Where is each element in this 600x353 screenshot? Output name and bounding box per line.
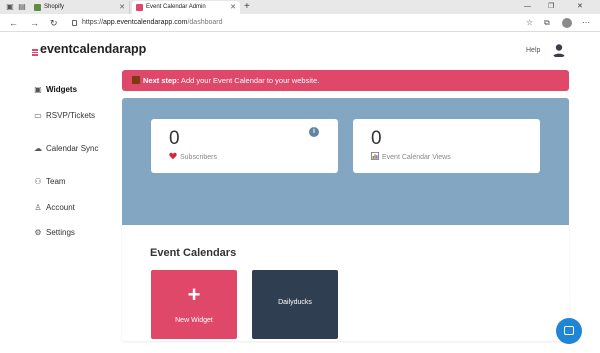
tab-list-icon[interactable]: ▤	[17, 2, 27, 12]
notice-icon	[132, 76, 140, 84]
event-calendars-title: Event Calendars	[150, 247, 237, 259]
app-logo[interactable]: eventcalendarapp	[40, 42, 146, 56]
minimize-icon[interactable]: —	[524, 0, 531, 14]
event-calendar-views-card: 0 Event Calendar Views	[353, 119, 540, 173]
new-widget-button[interactable]: + New Widget	[151, 270, 237, 339]
calendar-tile-label: Dailyducks	[278, 299, 312, 306]
user-icon: ♙	[34, 203, 42, 212]
tab-shopify[interactable]: Shopify ✕	[30, 1, 130, 14]
gear-icon: ⚙	[34, 228, 42, 237]
new-widget-label: New Widget	[175, 317, 213, 324]
views-label: Event Calendar Views	[371, 152, 451, 161]
banner-text: Add your Event Calendar to your website.	[179, 76, 320, 85]
chat-icon	[564, 326, 574, 335]
sidebar-item-label: RSVP/Tickets	[46, 111, 96, 120]
calendar-tile-dailyducks[interactable]: Dailyducks	[252, 270, 338, 339]
more-menu-icon[interactable]: ⋯	[582, 17, 590, 29]
close-tab-icon[interactable]: ✕	[119, 1, 125, 14]
url-path: /dashboard	[187, 19, 223, 26]
tab-event-calendar-admin[interactable]: Event Calendar Admin ✕	[132, 1, 240, 14]
reload-icon[interactable]: ↻	[50, 17, 58, 29]
shopify-favicon-icon	[34, 4, 41, 11]
chart-icon	[371, 152, 379, 160]
sidebar-item-label: Settings	[46, 228, 75, 237]
info-icon[interactable]: i	[309, 127, 319, 137]
lock-icon	[72, 20, 77, 26]
close-tab-icon[interactable]: ✕	[230, 1, 236, 14]
help-link[interactable]: Help	[526, 47, 540, 54]
logo-mark-icon	[32, 49, 38, 56]
tab-label: Shopify	[44, 4, 65, 10]
tab-label: Event Calendar Admin	[146, 4, 206, 10]
subscribers-label: Subscribers	[169, 152, 217, 161]
subscribers-card: 0 Subscribers i	[151, 119, 338, 173]
views-count: 0	[371, 128, 382, 149]
heart-icon	[169, 152, 177, 160]
new-tab-button[interactable]: +	[244, 0, 250, 14]
user-avatar-icon[interactable]	[551, 42, 567, 58]
calendar-icon: ▣	[34, 85, 42, 94]
team-icon: ⚇	[34, 177, 42, 186]
url-scheme: https://	[82, 19, 104, 26]
eventcalendar-favicon-icon	[136, 4, 143, 11]
app-main: eventcalendarapp Help ▣ Widgets ▭ RSVP/T…	[0, 32, 600, 353]
url-field[interactable]: https://app.eventcalendarapp.com/dashboa…	[66, 16, 536, 30]
browser-profile-icon[interactable]	[562, 18, 572, 28]
forward-icon[interactable]: →	[30, 17, 39, 29]
stats-panel: 0 Subscribers i 0 Event Calendar Views	[122, 98, 569, 225]
maximize-icon[interactable]: ❐	[548, 0, 554, 14]
stat-label-text: Event Calendar Views	[382, 154, 451, 161]
url-host: app.eventcalendarapp.com	[103, 19, 188, 26]
collections-icon[interactable]: ⧉	[544, 17, 550, 29]
sidebar-item-label: Calendar Sync	[46, 144, 99, 153]
next-step-banner[interactable]: Next step: Add your Event Calendar to yo…	[122, 70, 569, 91]
browser-address-bar: ← → ↻ https://app.eventcalendarapp.com/d…	[0, 14, 600, 32]
banner-strong-text: Next step:	[143, 76, 180, 85]
back-icon[interactable]: ←	[9, 17, 18, 29]
stat-label-text: Subscribers	[180, 154, 217, 161]
event-calendars-panel: Event Calendars + New Widget Dailyducks	[122, 225, 569, 341]
tab-actions-icon[interactable]: ▣	[5, 2, 15, 12]
browser-tab-bar: ▣ ▤ Shopify ✕ Event Calendar Admin ✕ + —…	[0, 0, 600, 14]
close-window-icon[interactable]: ✕	[577, 0, 583, 14]
chat-launcher-button[interactable]	[556, 318, 582, 344]
sidebar-item-label: Team	[46, 177, 66, 186]
plus-icon: +	[187, 282, 201, 307]
sidebar-item-label: Widgets	[46, 85, 78, 94]
favorite-star-icon[interactable]: ☆	[526, 17, 533, 29]
subscribers-count: 0	[169, 128, 180, 149]
sidebar-item-label: Account	[46, 203, 75, 212]
ticket-icon: ▭	[34, 111, 42, 120]
cloud-icon: ☁	[34, 144, 42, 153]
